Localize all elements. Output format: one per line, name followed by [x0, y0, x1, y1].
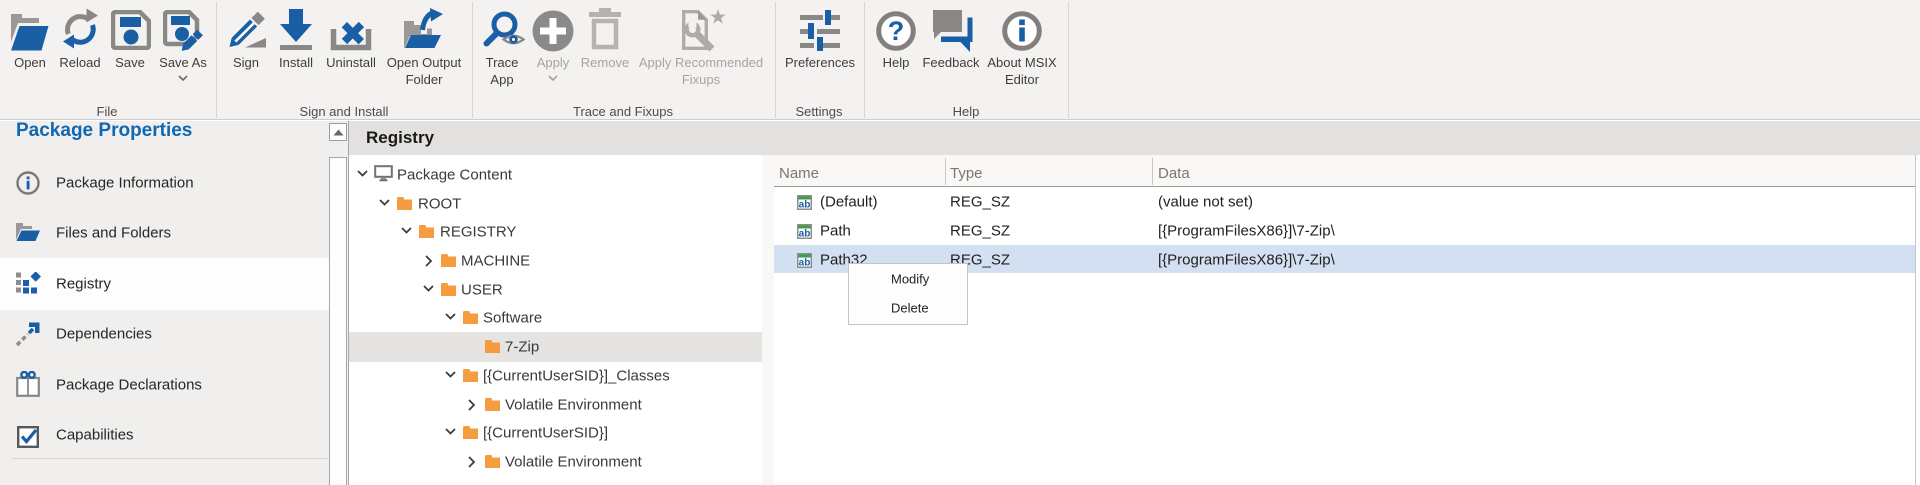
svg-text:ab: ab: [799, 228, 811, 239]
svg-text:?: ?: [888, 16, 905, 46]
svg-text:ab: ab: [799, 199, 811, 210]
svg-text:ab: ab: [799, 257, 811, 268]
